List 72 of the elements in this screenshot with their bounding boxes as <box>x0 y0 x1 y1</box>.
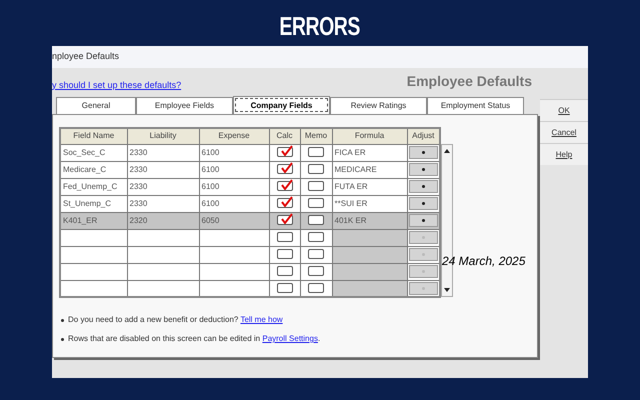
table-cell: 6100 <box>199 144 269 161</box>
table-cell: K401_ER <box>60 212 127 229</box>
table-cell: 401K ER <box>332 212 407 229</box>
window-title: nployee Defaults <box>52 50 120 64</box>
table-cell: 6100 <box>199 195 269 212</box>
column-header: Expense <box>199 128 269 144</box>
link[interactable]: Payroll Settings <box>262 334 318 343</box>
table-cell: 6100 <box>199 161 269 178</box>
checkbox[interactable] <box>308 181 324 192</box>
table-cell: Fed_Unemp_C <box>60 178 127 195</box>
dialog-button[interactable]: Cancel <box>540 121 588 143</box>
column-header: Field Name <box>60 128 127 144</box>
table-cell: 6100 <box>199 178 269 195</box>
scrollbar[interactable] <box>441 144 453 297</box>
note-text: Do you need to add a new benefit or deduction? Tell me how <box>68 314 283 326</box>
down-arrow-icon <box>444 288 450 292</box>
table-cell: 2330 <box>127 178 199 195</box>
table-cell: 2330 <box>127 144 199 161</box>
checkbox[interactable] <box>308 147 324 158</box>
check-icon <box>280 145 292 156</box>
checkbox[interactable] <box>276 147 292 158</box>
slide-title: ERRORS <box>280 10 360 43</box>
table-cell: 2320 <box>127 212 199 229</box>
tab[interactable]: General <box>56 97 136 114</box>
table-cell: 2330 <box>127 161 199 178</box>
table-cell: FICA ER <box>332 144 407 161</box>
table-cell: FUTA ER <box>332 178 407 195</box>
check-icon <box>280 179 292 190</box>
table-cell: St_Unemp_C <box>60 195 127 212</box>
adjust-button[interactable] <box>408 146 438 159</box>
bullet-icon <box>61 318 64 322</box>
checkbox[interactable] <box>276 181 292 192</box>
table-cell <box>127 263 199 280</box>
link[interactable]: Tell me how <box>240 315 283 324</box>
check-icon <box>280 196 292 208</box>
table-cell <box>127 246 199 263</box>
checkbox[interactable] <box>276 164 292 174</box>
adjust-button[interactable] <box>408 197 438 210</box>
dialog-button[interactable]: Help <box>540 143 588 165</box>
column-header: Memo <box>300 128 332 144</box>
adjust-button[interactable] <box>408 214 438 227</box>
help-link[interactable]: y should I set up these defaults? <box>52 78 182 92</box>
table-cell: Medicare_C <box>60 161 127 178</box>
adjust-button[interactable] <box>408 180 438 193</box>
table-cell: Soc_Sec_C <box>60 144 127 161</box>
check-icon <box>280 213 292 224</box>
table-cell: 6050 <box>199 212 269 229</box>
tab[interactable]: Employment Status <box>427 97 524 114</box>
checkbox[interactable] <box>276 198 292 208</box>
adjust-button[interactable] <box>408 163 438 176</box>
column-header: Liability <box>127 128 199 144</box>
checkbox[interactable] <box>308 164 324 174</box>
column-header: Calc <box>269 128 300 144</box>
table-cell: **SUI ER <box>332 195 407 212</box>
column-header: Formula <box>332 128 407 144</box>
table-cell: 2330 <box>127 195 199 212</box>
date-text: 24 March, 2025 <box>442 253 526 270</box>
table-cell: MEDICARE <box>332 161 407 178</box>
dialog-heading: Employee Defaults <box>406 72 532 91</box>
note-text: Rows that are disabled on this screen can be edited in Payroll Settings. <box>68 333 320 345</box>
table-cell <box>127 229 199 246</box>
checkbox[interactable] <box>308 198 324 208</box>
check-icon <box>280 162 292 174</box>
column-header: Adjust <box>407 128 440 144</box>
tab[interactable]: Review Ratings <box>330 97 427 114</box>
checkbox[interactable] <box>276 215 292 226</box>
dialog-button[interactable]: OK <box>540 99 588 121</box>
tab[interactable]: Company Fields <box>233 96 330 114</box>
bullet-icon <box>61 338 64 340</box>
checkbox[interactable] <box>308 215 324 226</box>
up-arrow-icon <box>444 149 450 153</box>
tab[interactable]: Employee Fields <box>136 97 233 114</box>
